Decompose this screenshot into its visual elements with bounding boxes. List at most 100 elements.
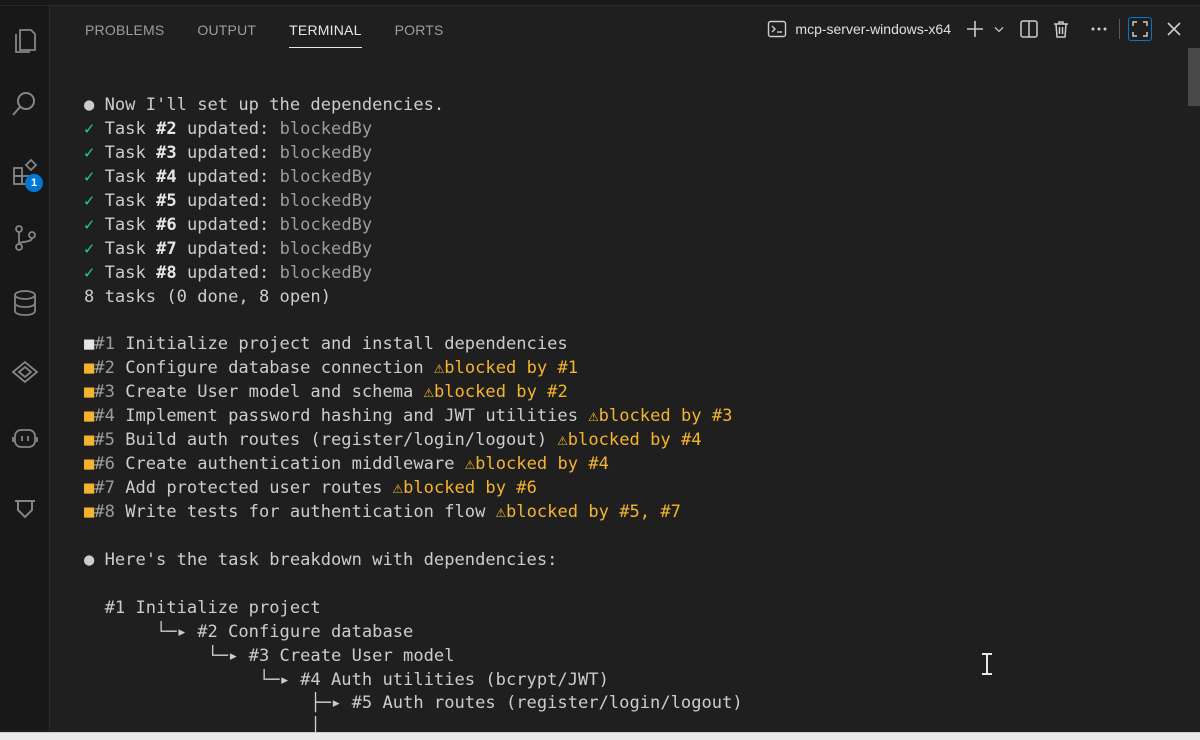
copilot-icon[interactable] <box>0 414 50 462</box>
task-update-prefix: Task <box>104 142 157 163</box>
extensions-icon[interactable]: 1 <box>0 149 50 197</box>
task-id: #5 <box>94 430 115 451</box>
search-icon[interactable] <box>0 80 50 128</box>
terminal-space <box>94 215 104 235</box>
task-update-mid: updated: <box>176 190 280 211</box>
terminal-space <box>115 454 125 474</box>
warning-icon: ⚠ <box>423 382 434 403</box>
add-terminal-icon[interactable] <box>963 17 987 41</box>
task-summary: 8 tasks (0 done, 8 open) <box>84 286 331 307</box>
task-update-id: #5 <box>156 190 177 211</box>
chevron-down-icon[interactable] <box>991 17 1007 41</box>
tab-ports[interactable]: PORTS <box>395 6 444 48</box>
task-title: Create authentication middleware <box>125 454 455 475</box>
actions-separator <box>1119 19 1120 39</box>
terminal-space <box>94 95 104 115</box>
check-icon: ✓ <box>84 118 95 139</box>
task-update-line: ✓ Task #2 updated: blockedBy <box>84 118 1144 142</box>
bullet-icon: ● <box>84 95 95 115</box>
task-update-line: ✓ Task #3 updated: blockedBy <box>84 142 1144 166</box>
source-control-icon[interactable] <box>0 214 50 262</box>
tab-output[interactable]: OUTPUT <box>197 6 256 48</box>
database-icon[interactable] <box>0 279 50 327</box>
task-list-item: ■#7 Add protected user routes ⚠blocked b… <box>84 477 1144 501</box>
terminal-space <box>578 406 588 426</box>
task-update-line: ✓ Task #4 updated: blockedBy <box>84 166 1144 190</box>
terminal-output[interactable]: ● Now I'll set up the dependencies. ✓ Tas… <box>84 94 1144 732</box>
terminal-space <box>115 430 125 450</box>
panel-tabs: PROBLEMS OUTPUT TERMINAL PORTS <box>51 6 444 48</box>
status-bar <box>0 732 1200 740</box>
task-update-id: #8 <box>156 262 177 283</box>
task-id: #3 <box>94 382 115 403</box>
testing-icon[interactable] <box>0 484 50 532</box>
task-title: Build auth routes (register/login/logout… <box>125 430 548 451</box>
remote-explorer-icon[interactable] <box>0 348 50 396</box>
task-update-line: ✓ Task #8 updated: blockedBy <box>84 262 1144 286</box>
task-list-item: ■#5 Build auth routes (register/login/lo… <box>84 429 1144 453</box>
terminal-space <box>115 502 125 522</box>
task-blocked-by: blocked by #5, #7 <box>505 501 681 522</box>
explorer-icon[interactable] <box>0 16 50 64</box>
task-title: Add protected user routes <box>125 478 383 498</box>
tree-node-label: #5 Auth routes (register/login/logout) <box>351 693 743 714</box>
task-status-square-icon: ■ <box>84 334 95 355</box>
task-update-field: blockedBy <box>279 238 373 259</box>
task-update-field: blockedBy <box>279 118 373 139</box>
tab-problems[interactable]: PROBLEMS <box>85 6 164 48</box>
task-blocked-by: blocked by #2 <box>433 382 568 403</box>
terminal-scrollbar[interactable] <box>1188 48 1200 106</box>
terminal-space <box>115 478 125 498</box>
tree-connector-icon: └─▸ <box>258 669 301 690</box>
task-blocked-by: blocked by #6 <box>403 478 537 498</box>
split-terminal-icon[interactable] <box>1017 17 1041 41</box>
tab-terminal[interactable]: TERMINAL <box>289 6 362 48</box>
task-update-id: #2 <box>156 118 177 139</box>
tree-node-label: #2 Configure database <box>197 621 414 642</box>
task-update-field: blockedBy <box>279 142 373 163</box>
task-title: Create User model and schema <box>125 382 414 403</box>
terminal-selector[interactable]: mcp-server-windows-x64 <box>761 17 951 41</box>
task-list-item: ■#3 Create User model and schema ⚠blocke… <box>84 381 1144 405</box>
more-icon[interactable] <box>1087 17 1111 41</box>
bottom-panel: PROBLEMS OUTPUT TERMINAL PORTS mcp-serve… <box>51 6 1200 732</box>
task-update-field: blockedBy <box>279 262 373 283</box>
task-list-item: ■#4 Implement password hashing and JWT u… <box>84 405 1144 429</box>
dependency-tree-node: └─▸ #2 Configure database <box>84 621 1144 645</box>
tree-node-label: #1 Initialize project <box>104 597 321 618</box>
check-icon: ✓ <box>84 262 95 283</box>
terminal-space <box>94 191 104 211</box>
tree-connector-icon: └─▸ <box>156 621 198 642</box>
terminal-intro: Now I'll set up the dependencies. <box>104 95 445 115</box>
terminal-space <box>94 167 104 187</box>
tree-node-label: #3 Create User model <box>248 645 455 666</box>
terminal-space <box>115 406 125 426</box>
task-update-id: #6 <box>156 214 177 235</box>
task-status-square-icon: ■ <box>84 382 95 403</box>
tree-connector-icon: ├─▸ <box>310 693 352 714</box>
task-id: #7 <box>94 478 115 498</box>
terminal-name: mcp-server-windows-x64 <box>795 21 951 37</box>
task-status-square-icon: ■ <box>84 454 95 475</box>
task-update-prefix: Task <box>104 118 157 139</box>
maximize-icon[interactable] <box>1128 17 1152 41</box>
close-icon[interactable] <box>1162 17 1186 41</box>
terminal-space <box>485 502 495 522</box>
task-title: Configure database connection <box>125 358 424 379</box>
check-icon: ✓ <box>84 142 95 163</box>
task-update-prefix: Task <box>104 166 157 187</box>
task-blocked-by: blocked by #1 <box>444 358 579 379</box>
trash-icon[interactable] <box>1049 17 1073 41</box>
check-icon: ✓ <box>84 238 95 259</box>
task-status-square-icon: ■ <box>84 501 95 522</box>
terminal-space <box>413 382 423 402</box>
task-update-mid: updated: <box>176 214 280 235</box>
task-update-mid: updated: <box>176 118 280 139</box>
task-summary-line: 8 tasks (0 done, 8 open) <box>84 286 1144 310</box>
terminal-space <box>94 550 104 570</box>
